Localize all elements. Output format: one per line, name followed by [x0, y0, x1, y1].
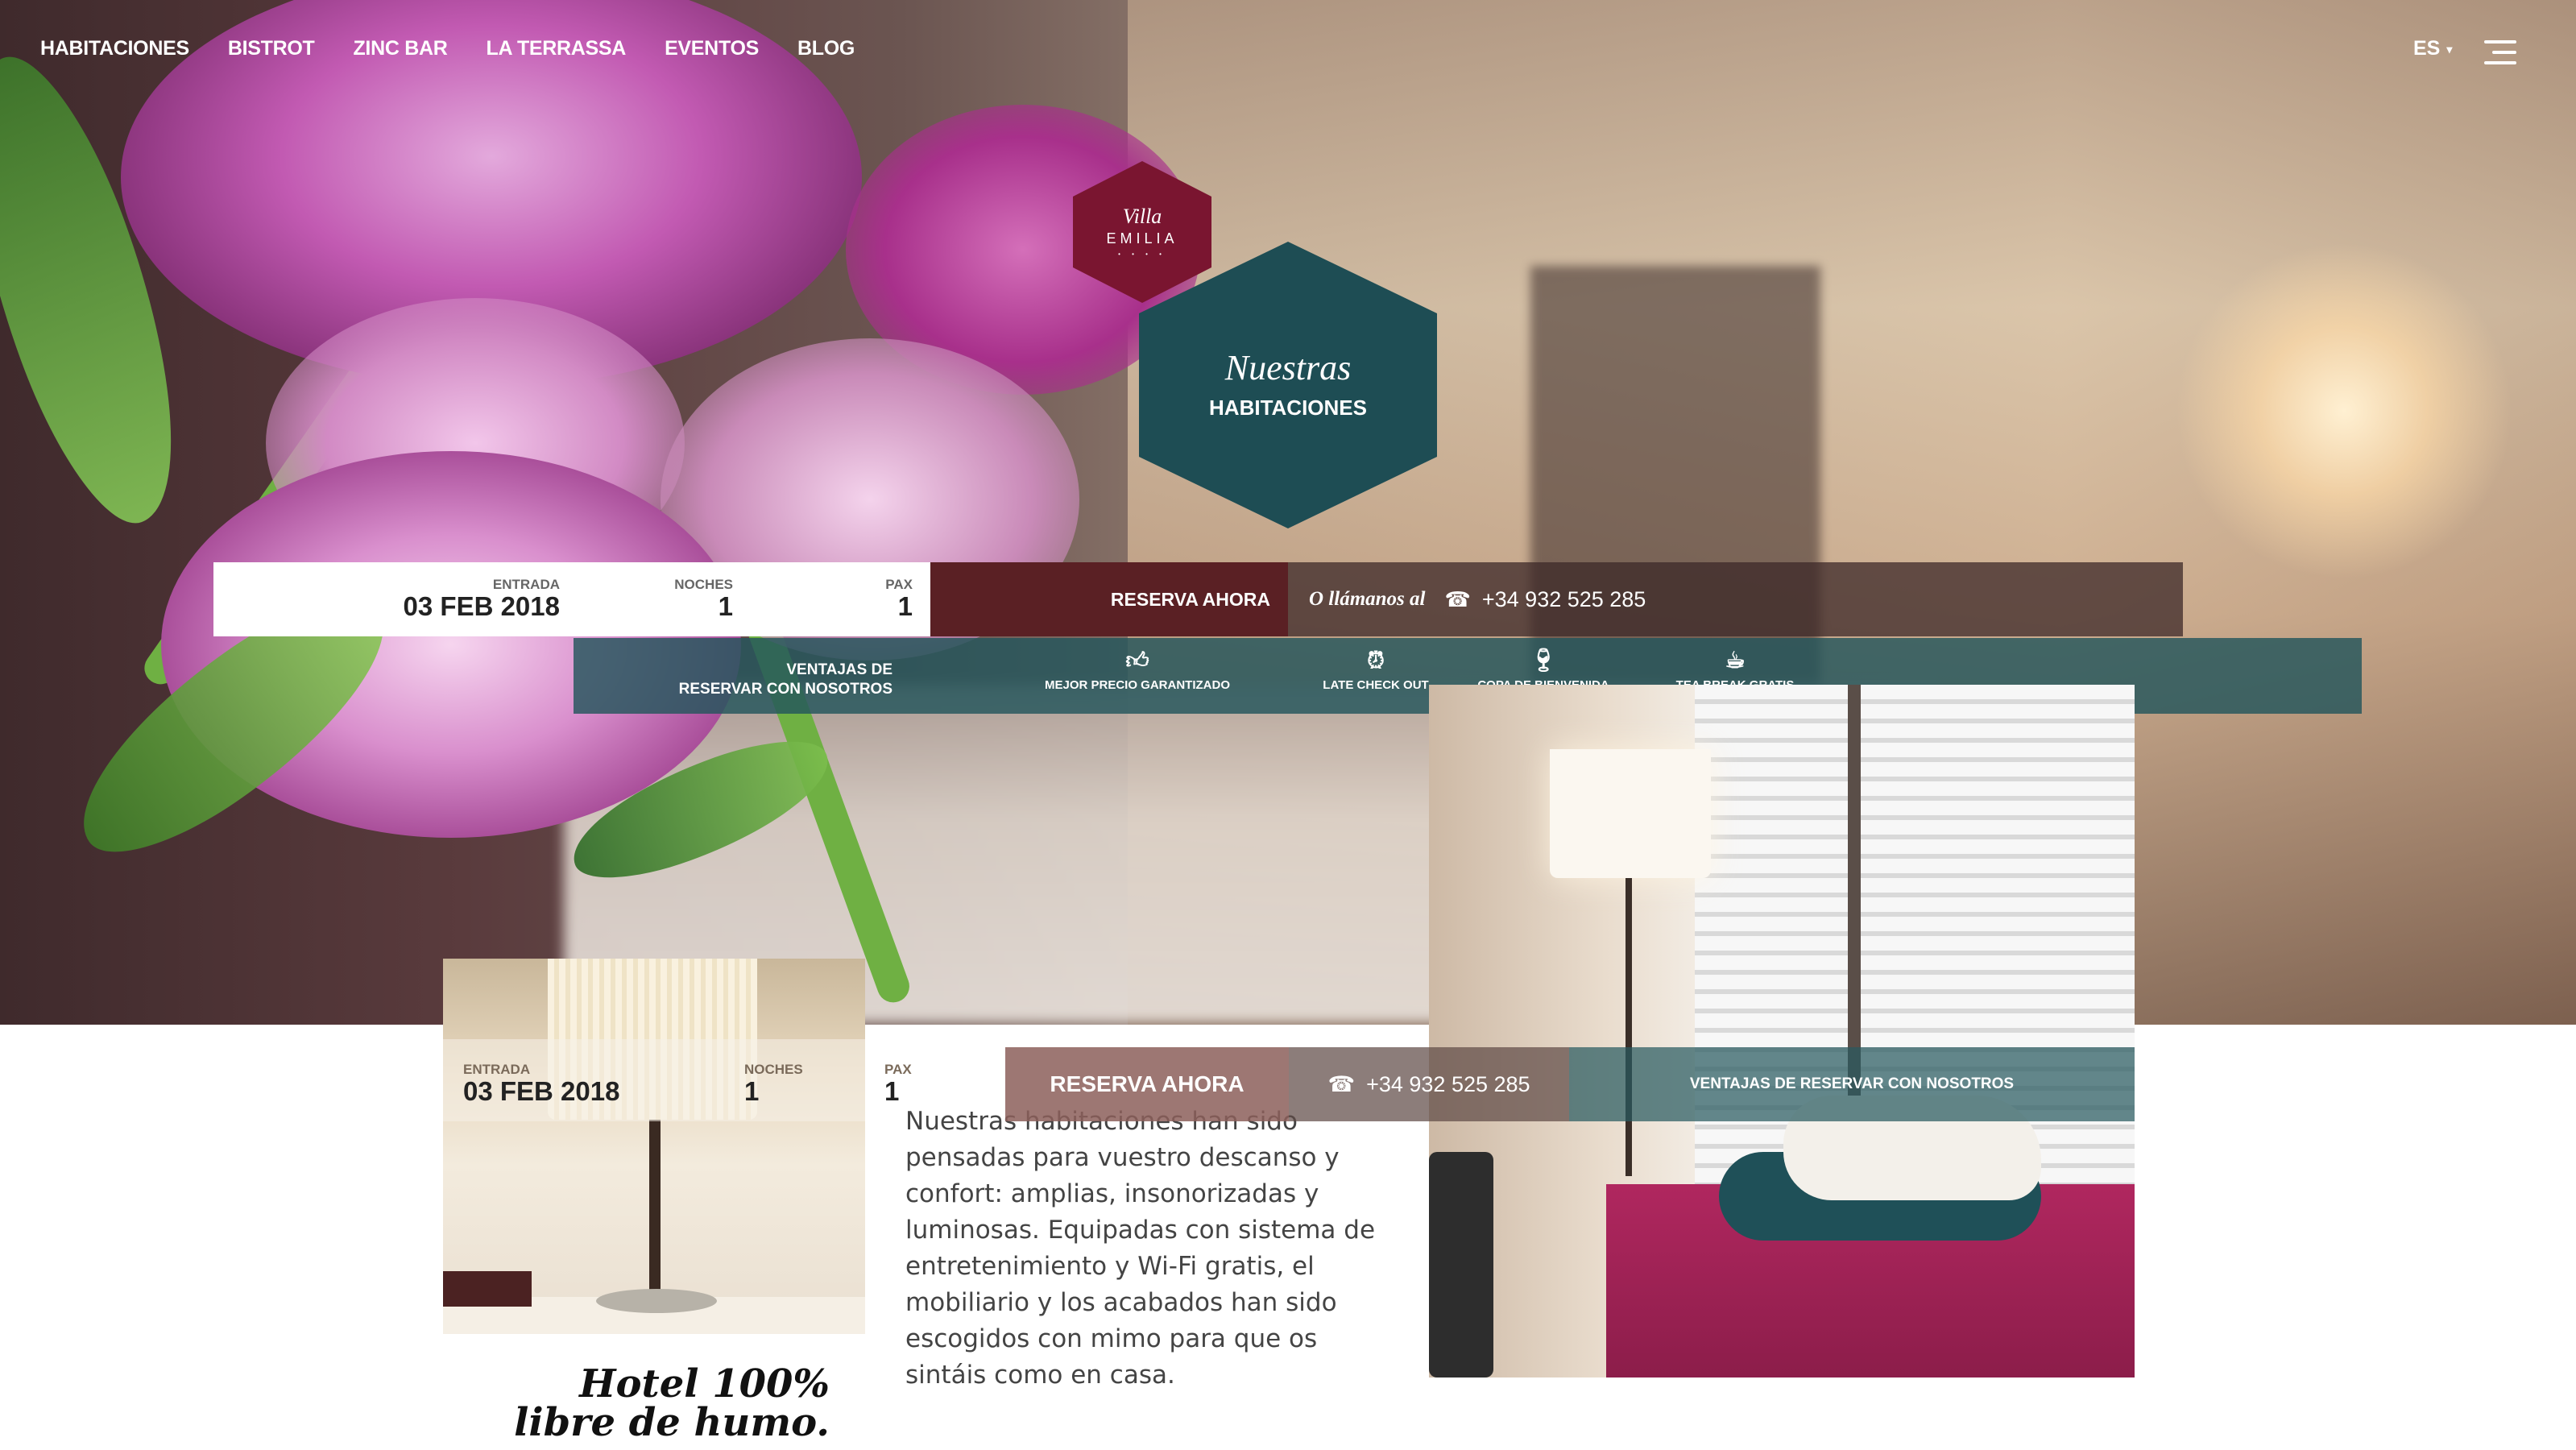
floor-lamp [1550, 749, 1711, 878]
checkin-label: ENTRADA [463, 1062, 531, 1077]
phone-secondary[interactable]: ☎ +34 932 525 285 [1289, 1047, 1569, 1121]
nights-value: 1 [718, 591, 733, 621]
wine-glass-icon: 🍷︎ [1529, 648, 1558, 673]
top-nav: HABITACIONES BISTROT ZINC BAR LA TERRASS… [0, 0, 2576, 105]
lamp-photo [443, 959, 865, 1334]
language-selector[interactable]: ES ▾ [2413, 37, 2452, 60]
benefit-best-price: 👍︎ MEJOR PRECIO GARANTIZADO [1044, 648, 1231, 693]
nav-link-zinc-bar[interactable]: ZINC BAR [353, 37, 447, 60]
book-now-button[interactable]: RESERVA AHORA [930, 562, 1288, 636]
nav-link-eventos[interactable]: EVENTOS [665, 37, 759, 60]
smoke-free-heading: Hotel 100% libre de humo. [507, 1365, 830, 1442]
logo-emilia: EMILIA [1106, 230, 1178, 246]
checkin-date-field[interactable]: ENTRADA 03 FEB 2018 [404, 577, 560, 621]
nav-link-bistrot[interactable]: BISTROT [228, 37, 315, 60]
nights-field[interactable]: NOCHES 1 [674, 577, 733, 621]
guests-label: PAX [885, 577, 913, 592]
call-us-label: O llámanos al [1309, 588, 1426, 610]
booking-mini: ENTRADA 03 FEB 2018 NOCHES 1 [443, 1039, 865, 1121]
tea-cup-icon: ☕︎ [1725, 648, 1746, 673]
guests-value: 1 [897, 591, 913, 621]
nav-link-blog[interactable]: BLOG [797, 37, 855, 60]
room-photo [1429, 685, 2135, 1378]
thumbs-up-icon: 👍︎ [1125, 648, 1149, 673]
benefit-late-checkout: ⏰︎ LATE CHECK OUT [1323, 648, 1429, 693]
hero-lamp-glow [2175, 242, 2513, 580]
chevron-down-icon: ▾ [2446, 42, 2453, 56]
booking-bar: ENTRADA 03 FEB 2018 NOCHES 1 PAX 1 RESER… [213, 562, 2183, 636]
benefits-title-line2: RESERVAR CON NOSOTROS [678, 680, 892, 698]
logo-stars: • • • • [1118, 251, 1166, 258]
nights-value: 1 [744, 1076, 760, 1106]
checkin-label: ENTRADA [492, 577, 560, 592]
smoke-free-line1: Hotel 100% [579, 1361, 830, 1406]
book [443, 1271, 532, 1307]
call-us: O llámanos al ☎ +34 932 525 285 [1288, 562, 2183, 636]
lamp-base [596, 1289, 717, 1313]
book-now-button-secondary[interactable]: RESERVA AHORA [1005, 1047, 1289, 1121]
guests-label: PAX [884, 1062, 912, 1077]
booking-fields: ENTRADA 03 FEB 2018 NOCHES 1 PAX 1 [213, 562, 930, 636]
rooms-description: Nuestras habitaciones han sido pensadas … [905, 1107, 1376, 1390]
checkin-date-field-secondary[interactable]: ENTRADA 03 FEB 2018 [463, 1062, 619, 1106]
smoke-free-line2: libre de humo. [514, 1400, 830, 1445]
guests-value: 1 [884, 1076, 900, 1106]
nav-link-la-terrassa[interactable]: LA TERRASSA [487, 37, 627, 60]
page-title-caps: HABITACIONES [1209, 395, 1367, 420]
page-title-script: Nuestras [1224, 347, 1352, 387]
phone-number: +34 932 525 285 [1366, 1071, 1530, 1096]
alarm-clock-icon: ⏰︎ [1367, 648, 1385, 673]
nav-link-habitaciones[interactable]: HABITACIONES [40, 37, 189, 60]
benefits-title-line1: VENTAJAS DE [786, 661, 892, 678]
nights-label: NOCHES [674, 577, 733, 592]
hamburger-menu-icon[interactable] [2484, 40, 2516, 64]
guests-field-secondary[interactable]: PAX 1 [884, 1062, 912, 1106]
lamp-pole [649, 1120, 661, 1297]
logo-villa: Villa [1122, 205, 1162, 228]
floor-lamp-pole [1626, 878, 1632, 1176]
benefit-label: MEJOR PRECIO GARANTIZADO [1044, 678, 1231, 692]
nights-label: NOCHES [744, 1062, 803, 1077]
language-label: ES [2413, 37, 2441, 60]
nav-links: HABITACIONES BISTROT ZINC BAR LA TERRASS… [40, 37, 855, 60]
benefit-label: LATE CHECK OUT [1323, 678, 1429, 692]
chair [1429, 1152, 1493, 1378]
guests-field[interactable]: PAX 1 [885, 577, 913, 621]
booking-bar-secondary: RESERVA AHORA ☎ +34 932 525 285 VENTAJAS… [1005, 1047, 2135, 1121]
phone-number[interactable]: +34 932 525 285 [1482, 587, 1646, 612]
phone-icon: ☎ [1327, 1071, 1356, 1096]
benefits-link[interactable]: VENTAJAS DE RESERVAR CON NOSOTROS [1569, 1047, 2135, 1121]
checkin-value: 03 FEB 2018 [403, 591, 560, 621]
nights-field-secondary[interactable]: NOCHES 1 [744, 1062, 803, 1106]
phone-icon: ☎ [1444, 586, 1471, 611]
checkin-value: 03 FEB 2018 [463, 1076, 620, 1106]
